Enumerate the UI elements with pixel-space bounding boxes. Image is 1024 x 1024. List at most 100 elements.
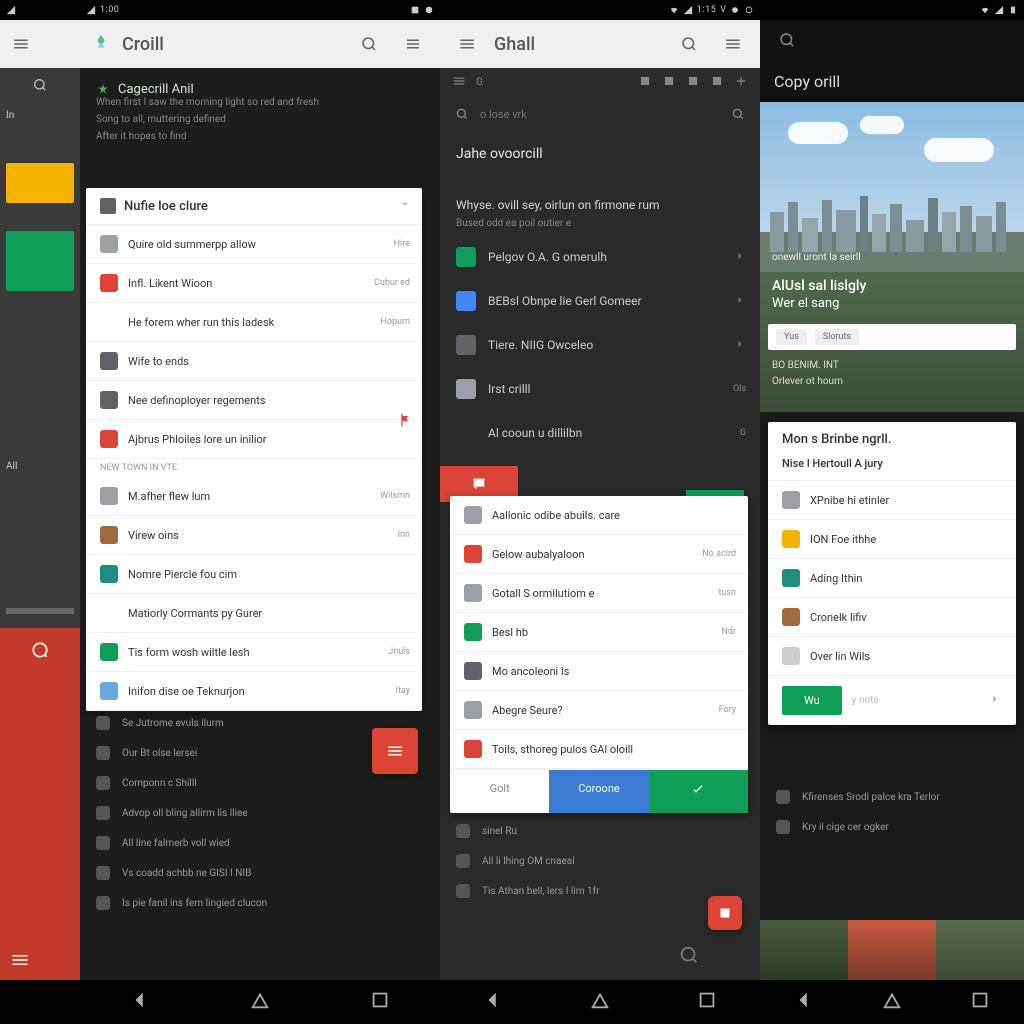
nav-home-icon[interactable] [589,989,611,1015]
list-item[interactable]: M.afher flew lumWilsmn [86,477,422,516]
cta-button[interactable]: Wu [782,686,842,715]
action-fab[interactable] [708,896,742,930]
action-confirm[interactable] [649,770,748,813]
list-item[interactable]: Cronelk lifiv [768,598,1016,637]
list-item[interactable]: Abegre Seure?Fory [450,691,748,730]
item-icon [100,313,118,331]
tool-icon[interactable] [638,73,652,92]
search-input[interactable]: o lose vrk [440,96,760,132]
list-item[interactable]: ION Foe ithhe [768,520,1016,559]
sidebar-item[interactable]: All [0,455,80,478]
feed-area: o lose vrk Jahe ovoorcill Whyse. ovill s… [440,96,760,980]
nav-recent-icon[interactable] [369,989,391,1015]
action-cancel[interactable]: Golt [450,770,549,813]
chevron-right-icon[interactable] [734,338,746,353]
chip[interactable]: Sloruts [815,329,859,345]
android-navbar [80,980,440,1024]
list-item[interactable]: Infl. Likent WioonCubur ed [86,264,422,303]
list-item[interactable]: Ajbrus Phloiles lore un inilior [86,420,422,459]
list-item[interactable]: Virew oinsInn [86,516,422,555]
red-block [0,628,80,980]
item-label: Gotall S ormilutiom e [492,587,595,600]
nav-recent-icon[interactable] [696,989,718,1015]
list-item[interactable]: Over lin Wils [768,637,1016,676]
menu-icon[interactable] [452,73,466,92]
background-row: Is pie fanil ins fern lingied clucon [80,888,440,918]
menu-icon[interactable] [450,27,484,61]
list-item[interactable]: Tiere. NIIG Owceleo [440,323,760,367]
list-item[interactable]: Gotall S ormilutiom etusn [450,574,748,613]
card-header[interactable]: Nufie loe clure [86,188,422,225]
chevron-right-icon[interactable] [988,691,1002,710]
tool-icon[interactable] [710,73,724,92]
background-row: Kfirenses Srodl palce kra Terlor [760,782,1024,812]
overflow-icon[interactable] [396,27,430,61]
menu-icon[interactable] [716,27,750,61]
compose-fab[interactable] [372,728,418,774]
tab-social[interactable] [6,231,74,291]
section-sub: Bused odd ea poil outier e [440,218,760,235]
list-item[interactable]: Nomre Piercle fou cim [86,555,422,594]
card-header[interactable]: Aallonic odibe abuils. care [450,496,748,535]
background-row: All line falmerb voll wied [80,828,440,858]
item-meta: Jnuls [388,647,410,657]
flag-icon[interactable] [398,412,414,432]
circle-icon [744,5,754,15]
compose-icon[interactable] [0,640,80,660]
search-icon[interactable] [672,27,706,61]
list-item[interactable]: Al cooun u dillilbnG [440,411,760,455]
item-meta: Fory [719,705,736,715]
nav-home-icon[interactable] [249,989,271,1015]
list-item[interactable]: Quire old summerpp allowHire [86,225,422,264]
chip[interactable]: Yus [776,329,807,345]
list-item[interactable]: Nee definoployer regements [86,381,422,420]
list-item[interactable]: XPnibe hi etinler [768,481,1016,520]
list-item[interactable]: Mo ancoleoni ls [450,652,748,691]
add-icon[interactable] [734,73,748,92]
search-icon[interactable] [770,23,804,57]
section-body: Whyse. ovill sey, oirlun on firmone rum [440,184,760,218]
tool-icon[interactable] [686,73,700,92]
list-item[interactable]: Tis form wosh wiltle leshJnuls [86,633,422,672]
menu-icon[interactable] [4,27,38,61]
app-title: Ghall [494,34,535,55]
list-item[interactable]: Matiorly Cormants py Gurer [86,594,422,633]
menu-icon[interactable] [10,950,30,974]
status-bar [0,0,80,20]
item-label: Wife to ends [128,355,189,368]
item-icon [100,565,118,583]
nav-recent-icon[interactable] [969,989,991,1015]
list-item[interactable]: Besl hbNdr [450,613,748,652]
list-item[interactable]: Pelgov O.A. G omerulh [440,235,760,279]
nav-back-icon[interactable] [482,989,504,1015]
feed-area: Cagecrill Anil When first I saw the morn… [80,68,440,980]
list-item[interactable]: Inifon dise oe TeknurjonItay [86,672,422,711]
search-icon[interactable] [678,944,700,970]
search-icon[interactable] [730,106,746,122]
nav-home-icon[interactable] [881,989,903,1015]
list-item[interactable]: Toils, sthoreg pulos GAl oloill [450,730,748,769]
list-item[interactable]: He forem wher run this ladeskHopum [86,303,422,342]
list-item[interactable]: Irst crilllOls [440,367,760,411]
tool-icon[interactable] [662,73,676,92]
sidebar-item[interactable]: In [0,102,80,129]
chevron-right-icon[interactable] [734,250,746,265]
list-item[interactable]: Wife to ends [86,342,422,381]
list-item[interactable]: BEBsl Obnpe lie Gerl Gomeer [440,279,760,323]
feed-area: onewll uront la seirll AlUsl sal lislgly… [760,102,1024,980]
chevron-right-icon[interactable] [734,294,746,309]
action-compose[interactable]: Coroone [549,770,648,813]
nav-back-icon[interactable] [129,989,151,1015]
nav-back-icon[interactable] [793,989,815,1015]
item-meta: G [740,428,746,438]
tab-promotions[interactable] [6,163,74,203]
item-icon [100,430,118,448]
chevron-down-icon[interactable] [398,197,412,215]
item-label: M.afher flew lum [128,490,210,503]
item-icon [782,491,800,509]
background-row: All li lhing OM cnaeal [440,846,760,876]
item-icon [456,423,476,443]
list-item[interactable]: Gelow aubalyaloonNo acird [450,535,748,574]
search-icon[interactable] [352,27,386,61]
list-item[interactable]: Ading Ithin [768,559,1016,598]
